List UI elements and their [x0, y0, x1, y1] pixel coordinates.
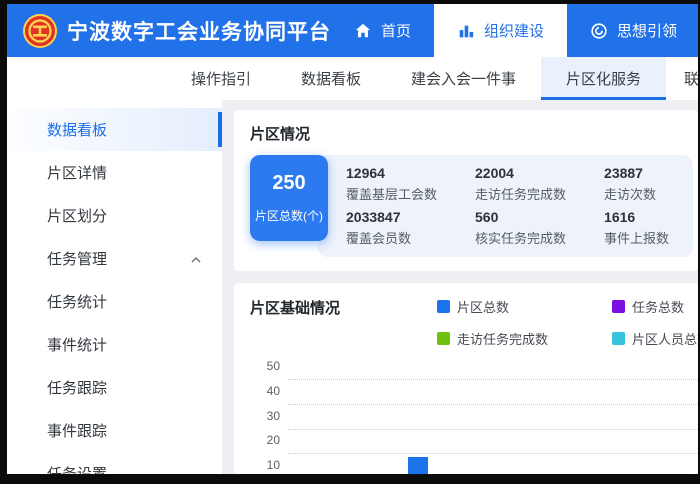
stat-group: 250 片区总数(个) 12964 覆盖基层工会数 2033847 覆盖会员数 22004 走…	[250, 155, 693, 257]
sidebar-item-label: 事件统计	[47, 334, 107, 355]
stat-item: 22004 走访任务完成数	[475, 165, 566, 203]
overview-card: 片区情况 250片区总数(个)12964覆盖基层工会数2033847覆盖会员数2…	[234, 110, 698, 271]
stat-label: 覆盖基层工会数	[346, 184, 437, 203]
legend-item-片区人员总数[interactable]: 片区人员总数	[612, 329, 698, 348]
legend-swatch	[437, 300, 450, 313]
subnav-tab-操作指引[interactable]: 操作指引	[166, 57, 276, 100]
legend-item-任务总数[interactable]: 任务总数	[612, 297, 698, 316]
top-nav-label: 思想引领	[617, 20, 677, 41]
sidebar-item-label: 数据看板	[47, 119, 107, 140]
gridline	[288, 379, 698, 380]
stat-label: 覆盖会员数	[346, 228, 437, 247]
top-nav-label: 首页	[381, 20, 411, 41]
subnav-tab-建会入会一件事[interactable]: 建会入会一件事	[386, 57, 541, 100]
y-axis-tick: 10	[250, 458, 280, 472]
stat-value: 12964	[346, 165, 437, 181]
section-gap	[234, 271, 698, 283]
app-header: 宁波数字工会业务协同平台 首页 组织建设 思想引领	[7, 4, 698, 57]
union-logo-icon	[23, 14, 57, 48]
legend-swatch	[612, 332, 625, 345]
legend-label: 任务总数	[632, 297, 684, 316]
gridline	[288, 404, 698, 405]
y-axis-tick: 30	[250, 409, 280, 423]
stat-item: 560 核实任务完成数	[475, 209, 566, 247]
subnav-tab-联[interactable]: 联	[666, 57, 698, 100]
highlight-value: 250	[272, 172, 305, 195]
subnav-tab-数据看板[interactable]: 数据看板	[276, 57, 386, 100]
sidebar-item-片区详情[interactable]: 片区详情	[7, 151, 222, 194]
stat-value: 22004	[475, 165, 566, 181]
gridline	[288, 429, 698, 430]
top-nav-label: 组织建设	[484, 20, 544, 41]
y-axis-tick: 20	[250, 433, 280, 447]
badge-icon	[590, 22, 608, 40]
legend-label: 片区人员总数	[632, 329, 698, 348]
sidebar-item-label: 任务跟踪	[47, 377, 107, 398]
sidebar-item-label: 片区详情	[47, 162, 107, 183]
stats-panel: 12964 覆盖基层工会数 2033847 覆盖会员数 22004 走访任务完成数 560 核…	[318, 155, 693, 257]
stat-item: 2033847 覆盖会员数	[346, 209, 437, 247]
sidebar-item-片区划分[interactable]: 片区划分	[7, 194, 222, 237]
sidebar-item-label: 任务设置	[47, 463, 107, 474]
home-icon	[354, 22, 372, 40]
stat-item: 1616 事件上报数	[604, 209, 669, 247]
sidebar-item-label: 片区划分	[47, 205, 107, 226]
y-axis-tick: 50	[250, 359, 280, 373]
highlight-label: 片区总数(个)	[255, 207, 323, 224]
main-content: 片区情况 250片区总数(个)12964覆盖基层工会数2033847覆盖会员数2…	[222, 100, 698, 474]
sidebar-item-label: 事件跟踪	[47, 420, 107, 441]
stat-value: 23887	[604, 165, 669, 181]
stat-item: 23887 走访次数	[604, 165, 669, 203]
legend-swatch	[612, 300, 625, 313]
top-nav-ideology[interactable]: 思想引领	[567, 4, 698, 57]
secondary-nav: 操作指引数据看板建会入会一件事片区化服务联	[7, 57, 698, 100]
sidebar-item-label: 任务统计	[47, 291, 107, 312]
stat-label: 走访任务完成数	[475, 184, 566, 203]
chart-title: 片区基础情况	[250, 297, 340, 318]
sidebar-item-label: 任务管理	[47, 248, 107, 269]
sidebar-item-任务管理[interactable]: 任务管理	[7, 237, 222, 280]
bar-海曙区	[408, 457, 428, 474]
bar-chart-icon	[457, 22, 475, 40]
stat-item: 12964 覆盖基层工会数	[346, 165, 437, 203]
legend-label: 走访任务完成数	[457, 329, 548, 348]
stat-value: 2033847	[346, 209, 437, 225]
sidebar-item-任务统计[interactable]: 任务统计	[7, 280, 222, 323]
top-nav-org-building[interactable]: 组织建设	[434, 4, 567, 57]
chart-card: 片区基础情况 片区总数 任务总数走访任务完成数 片区人员总数 01020304050…	[234, 283, 698, 474]
chevron-up-icon[interactable]	[190, 253, 202, 265]
chart-plot-area: 01020304050市本级海曙区江北区镇海区北仑区	[288, 380, 698, 474]
top-nav-home[interactable]: 首页	[331, 4, 434, 57]
overview-title: 片区情况	[250, 123, 698, 144]
chart-legend: 片区总数 任务总数走访任务完成数 片区人员总数	[437, 297, 698, 348]
browser-window-frame: 宁波数字工会业务协同平台 首页 组织建设 思想引领 操作指引数据看板建会入会一件…	[0, 0, 700, 484]
app-title: 宁波数字工会业务协同平台	[67, 16, 331, 46]
sidebar-item-数据看板[interactable]: 数据看板	[7, 108, 222, 151]
sidebar: 数据看板片区详情片区划分任务管理任务统计事件统计任务跟踪事件跟踪任务设置	[7, 100, 222, 474]
subnav-tab-片区化服务[interactable]: 片区化服务	[541, 57, 666, 100]
sidebar-item-任务跟踪[interactable]: 任务跟踪	[7, 366, 222, 409]
sidebar-item-事件统计[interactable]: 事件统计	[7, 323, 222, 366]
top-nav: 首页 组织建设 思想引领	[331, 4, 698, 57]
overview-groups: 250 片区总数(个) 12964 覆盖基层工会数 2033847 覆盖会员数 22004 走…	[250, 155, 698, 257]
sidebar-item-任务设置[interactable]: 任务设置	[7, 452, 222, 474]
gridline	[288, 453, 698, 454]
sidebar-item-事件跟踪[interactable]: 事件跟踪	[7, 409, 222, 452]
legend-item-片区总数[interactable]: 片区总数	[437, 297, 548, 316]
stat-value: 1616	[604, 209, 669, 225]
bar-chart: 01020304050市本级海曙区江北区镇海区北仑区	[250, 380, 698, 474]
stat-label: 事件上报数	[604, 228, 669, 247]
highlight-card: 250 片区总数(个)	[250, 155, 328, 241]
legend-swatch	[437, 332, 450, 345]
app-window: 宁波数字工会业务协同平台 首页 组织建设 思想引领 操作指引数据看板建会入会一件…	[7, 4, 698, 474]
stat-label: 走访次数	[604, 184, 669, 203]
y-axis-tick: 40	[250, 384, 280, 398]
legend-item-走访任务完成数[interactable]: 走访任务完成数	[437, 329, 548, 348]
stat-value: 560	[475, 209, 566, 225]
stat-label: 核实任务完成数	[475, 228, 566, 247]
legend-label: 片区总数	[457, 297, 509, 316]
